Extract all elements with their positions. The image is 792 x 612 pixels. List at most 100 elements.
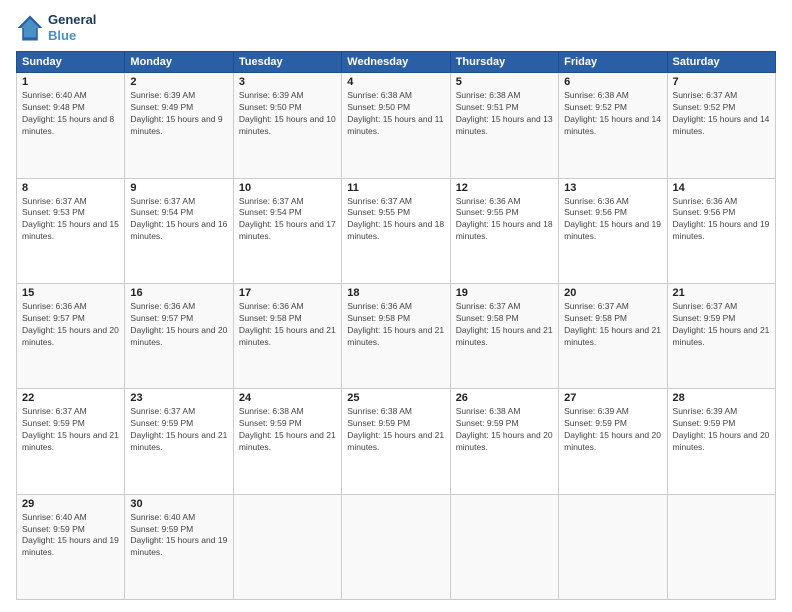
day-detail: Sunrise: 6:38 AMSunset: 9:59 PMDaylight:… — [239, 406, 336, 454]
day-number: 2 — [130, 76, 227, 88]
day-detail: Sunrise: 6:37 AMSunset: 9:55 PMDaylight:… — [347, 196, 444, 244]
header: General Blue — [16, 12, 776, 43]
day-number: 16 — [130, 287, 227, 299]
day-number: 27 — [564, 392, 661, 404]
day-number: 26 — [456, 392, 553, 404]
day-number: 29 — [22, 498, 119, 510]
calendar-week-row: 22 Sunrise: 6:37 AMSunset: 9:59 PMDayligh… — [17, 389, 776, 494]
day-detail: Sunrise: 6:39 AMSunset: 9:59 PMDaylight:… — [564, 406, 661, 454]
day-detail: Sunrise: 6:36 AMSunset: 9:57 PMDaylight:… — [130, 301, 227, 349]
calendar-day-cell: 4Sunrise: 6:38 AMSunset: 9:50 PMDaylight… — [342, 73, 450, 178]
day-detail: Sunrise: 6:37 AMSunset: 9:59 PMDaylight:… — [673, 301, 770, 349]
day-number: 10 — [239, 182, 336, 194]
day-detail: Sunrise: 6:37 AMSunset: 9:59 PMDaylight:… — [22, 406, 119, 454]
calendar-day-cell: 5Sunrise: 6:38 AMSunset: 9:51 PMDaylight… — [450, 73, 558, 178]
day-number: 11 — [347, 182, 444, 194]
day-detail: Sunrise: 6:39 AMSunset: 9:49 PMDaylight:… — [130, 90, 227, 138]
calendar-day-cell: 20 Sunrise: 6:37 AMSunset: 9:58 PMDayligh… — [559, 283, 667, 388]
calendar-day-cell: 25Sunrise: 6:38 AMSunset: 9:59 PMDayligh… — [342, 389, 450, 494]
calendar-day-cell: 10 Sunrise: 6:37 AMSunset: 9:54 PMDayligh… — [233, 178, 341, 283]
weekday-header-cell: Sunday — [17, 52, 125, 73]
calendar-day-cell: 14Sunrise: 6:36 AMSunset: 9:56 PMDayligh… — [667, 178, 775, 283]
day-detail: Sunrise: 6:37 AMSunset: 9:53 PMDaylight:… — [22, 196, 119, 244]
calendar-day-cell: 12Sunrise: 6:36 AMSunset: 9:55 PMDayligh… — [450, 178, 558, 283]
calendar-day-cell: 30 Sunrise: 6:40 AMSunset: 9:59 PMDayligh… — [125, 494, 233, 599]
day-detail: Sunrise: 6:40 AMSunset: 9:59 PMDaylight:… — [22, 512, 119, 560]
calendar-day-cell: 22 Sunrise: 6:37 AMSunset: 9:59 PMDayligh… — [17, 389, 125, 494]
weekday-header-cell: Wednesday — [342, 52, 450, 73]
calendar-day-cell: 18 Sunrise: 6:36 AMSunset: 9:58 PMDayligh… — [342, 283, 450, 388]
calendar-day-cell: 11 Sunrise: 6:37 AMSunset: 9:55 PMDayligh… — [342, 178, 450, 283]
calendar-day-cell: 13 Sunrise: 6:36 AMSunset: 9:56 PMDayligh… — [559, 178, 667, 283]
day-detail: Sunrise: 6:36 AMSunset: 9:56 PMDaylight:… — [564, 196, 661, 244]
calendar-day-cell: 6 Sunrise: 6:38 AMSunset: 9:52 PMDaylight… — [559, 73, 667, 178]
day-detail: Sunrise: 6:36 AMSunset: 9:57 PMDaylight:… — [22, 301, 119, 349]
calendar-day-cell: 8 Sunrise: 6:37 AMSunset: 9:53 PMDaylight… — [17, 178, 125, 283]
day-detail: Sunrise: 6:37 AMSunset: 9:58 PMDaylight:… — [564, 301, 661, 349]
day-detail: Sunrise: 6:37 AMSunset: 9:52 PMDaylight:… — [673, 90, 770, 138]
logo: General Blue — [16, 12, 96, 43]
calendar-day-cell: 17 Sunrise: 6:36 AMSunset: 9:58 PMDayligh… — [233, 283, 341, 388]
calendar-day-cell: 1 Sunrise: 6:40 AMSunset: 9:48 PMDaylight… — [17, 73, 125, 178]
weekday-header-cell: Monday — [125, 52, 233, 73]
day-number: 3 — [239, 76, 336, 88]
calendar-day-cell: 23Sunrise: 6:37 AMSunset: 9:59 PMDayligh… — [125, 389, 233, 494]
calendar-day-cell: 2 Sunrise: 6:39 AMSunset: 9:49 PMDaylight… — [125, 73, 233, 178]
calendar-day-cell: 15 Sunrise: 6:36 AMSunset: 9:57 PMDayligh… — [17, 283, 125, 388]
day-detail: Sunrise: 6:40 AMSunset: 9:59 PMDaylight:… — [130, 512, 227, 560]
day-number: 8 — [22, 182, 119, 194]
calendar-day-cell: 21Sunrise: 6:37 AMSunset: 9:59 PMDayligh… — [667, 283, 775, 388]
calendar-day-cell: 16 Sunrise: 6:36 AMSunset: 9:57 PMDayligh… — [125, 283, 233, 388]
logo-icon — [16, 14, 44, 42]
day-detail: Sunrise: 6:39 AMSunset: 9:50 PMDaylight:… — [239, 90, 336, 138]
calendar-week-row: 8 Sunrise: 6:37 AMSunset: 9:53 PMDaylight… — [17, 178, 776, 283]
day-detail: Sunrise: 6:38 AMSunset: 9:59 PMDaylight:… — [347, 406, 444, 454]
day-detail: Sunrise: 6:38 AMSunset: 9:52 PMDaylight:… — [564, 90, 661, 138]
day-detail: Sunrise: 6:36 AMSunset: 9:56 PMDaylight:… — [673, 196, 770, 244]
day-detail: Sunrise: 6:37 AMSunset: 9:58 PMDaylight:… — [456, 301, 553, 349]
day-number: 30 — [130, 498, 227, 510]
calendar-day-cell: 29 Sunrise: 6:40 AMSunset: 9:59 PMDayligh… — [17, 494, 125, 599]
day-number: 20 — [564, 287, 661, 299]
calendar-day-cell — [342, 494, 450, 599]
calendar-day-cell — [233, 494, 341, 599]
calendar-day-cell: 28 Sunrise: 6:39 AMSunset: 9:59 PMDayligh… — [667, 389, 775, 494]
day-detail: Sunrise: 6:39 AMSunset: 9:59 PMDaylight:… — [673, 406, 770, 454]
day-number: 19 — [456, 287, 553, 299]
day-number: 17 — [239, 287, 336, 299]
day-number: 13 — [564, 182, 661, 194]
calendar-week-row: 1 Sunrise: 6:40 AMSunset: 9:48 PMDaylight… — [17, 73, 776, 178]
calendar-day-cell: 26 Sunrise: 6:38 AMSunset: 9:59 PMDayligh… — [450, 389, 558, 494]
calendar-week-row: 29 Sunrise: 6:40 AMSunset: 9:59 PMDayligh… — [17, 494, 776, 599]
day-detail: Sunrise: 6:40 AMSunset: 9:48 PMDaylight:… — [22, 90, 119, 138]
weekday-header: SundayMondayTuesdayWednesdayThursdayFrid… — [17, 52, 776, 73]
weekday-header-cell: Friday — [559, 52, 667, 73]
calendar-week-row: 15 Sunrise: 6:36 AMSunset: 9:57 PMDayligh… — [17, 283, 776, 388]
weekday-header-cell: Thursday — [450, 52, 558, 73]
day-detail: Sunrise: 6:37 AMSunset: 9:59 PMDaylight:… — [130, 406, 227, 454]
day-number: 28 — [673, 392, 770, 404]
day-number: 18 — [347, 287, 444, 299]
day-number: 9 — [130, 182, 227, 194]
day-number: 15 — [22, 287, 119, 299]
day-detail: Sunrise: 6:38 AMSunset: 9:50 PMDaylight:… — [347, 90, 444, 138]
day-number: 6 — [564, 76, 661, 88]
calendar-day-cell: 3 Sunrise: 6:39 AMSunset: 9:50 PMDaylight… — [233, 73, 341, 178]
logo-text: General Blue — [48, 12, 96, 43]
day-number: 22 — [22, 392, 119, 404]
calendar-day-cell: 9Sunrise: 6:37 AMSunset: 9:54 PMDaylight… — [125, 178, 233, 283]
day-detail: Sunrise: 6:36 AMSunset: 9:58 PMDaylight:… — [347, 301, 444, 349]
day-number: 7 — [673, 76, 770, 88]
calendar-day-cell — [667, 494, 775, 599]
day-detail: Sunrise: 6:38 AMSunset: 9:59 PMDaylight:… — [456, 406, 553, 454]
day-detail: Sunrise: 6:36 AMSunset: 9:58 PMDaylight:… — [239, 301, 336, 349]
day-detail: Sunrise: 6:37 AMSunset: 9:54 PMDaylight:… — [239, 196, 336, 244]
day-number: 1 — [22, 76, 119, 88]
page: General Blue SundayMondayTuesdayWednesda… — [0, 0, 792, 612]
calendar-day-cell — [559, 494, 667, 599]
calendar-table: SundayMondayTuesdayWednesdayThursdayFrid… — [16, 51, 776, 600]
day-number: 5 — [456, 76, 553, 88]
calendar-body: 1 Sunrise: 6:40 AMSunset: 9:48 PMDaylight… — [17, 73, 776, 600]
calendar-day-cell: 27 Sunrise: 6:39 AMSunset: 9:59 PMDayligh… — [559, 389, 667, 494]
weekday-header-cell: Tuesday — [233, 52, 341, 73]
